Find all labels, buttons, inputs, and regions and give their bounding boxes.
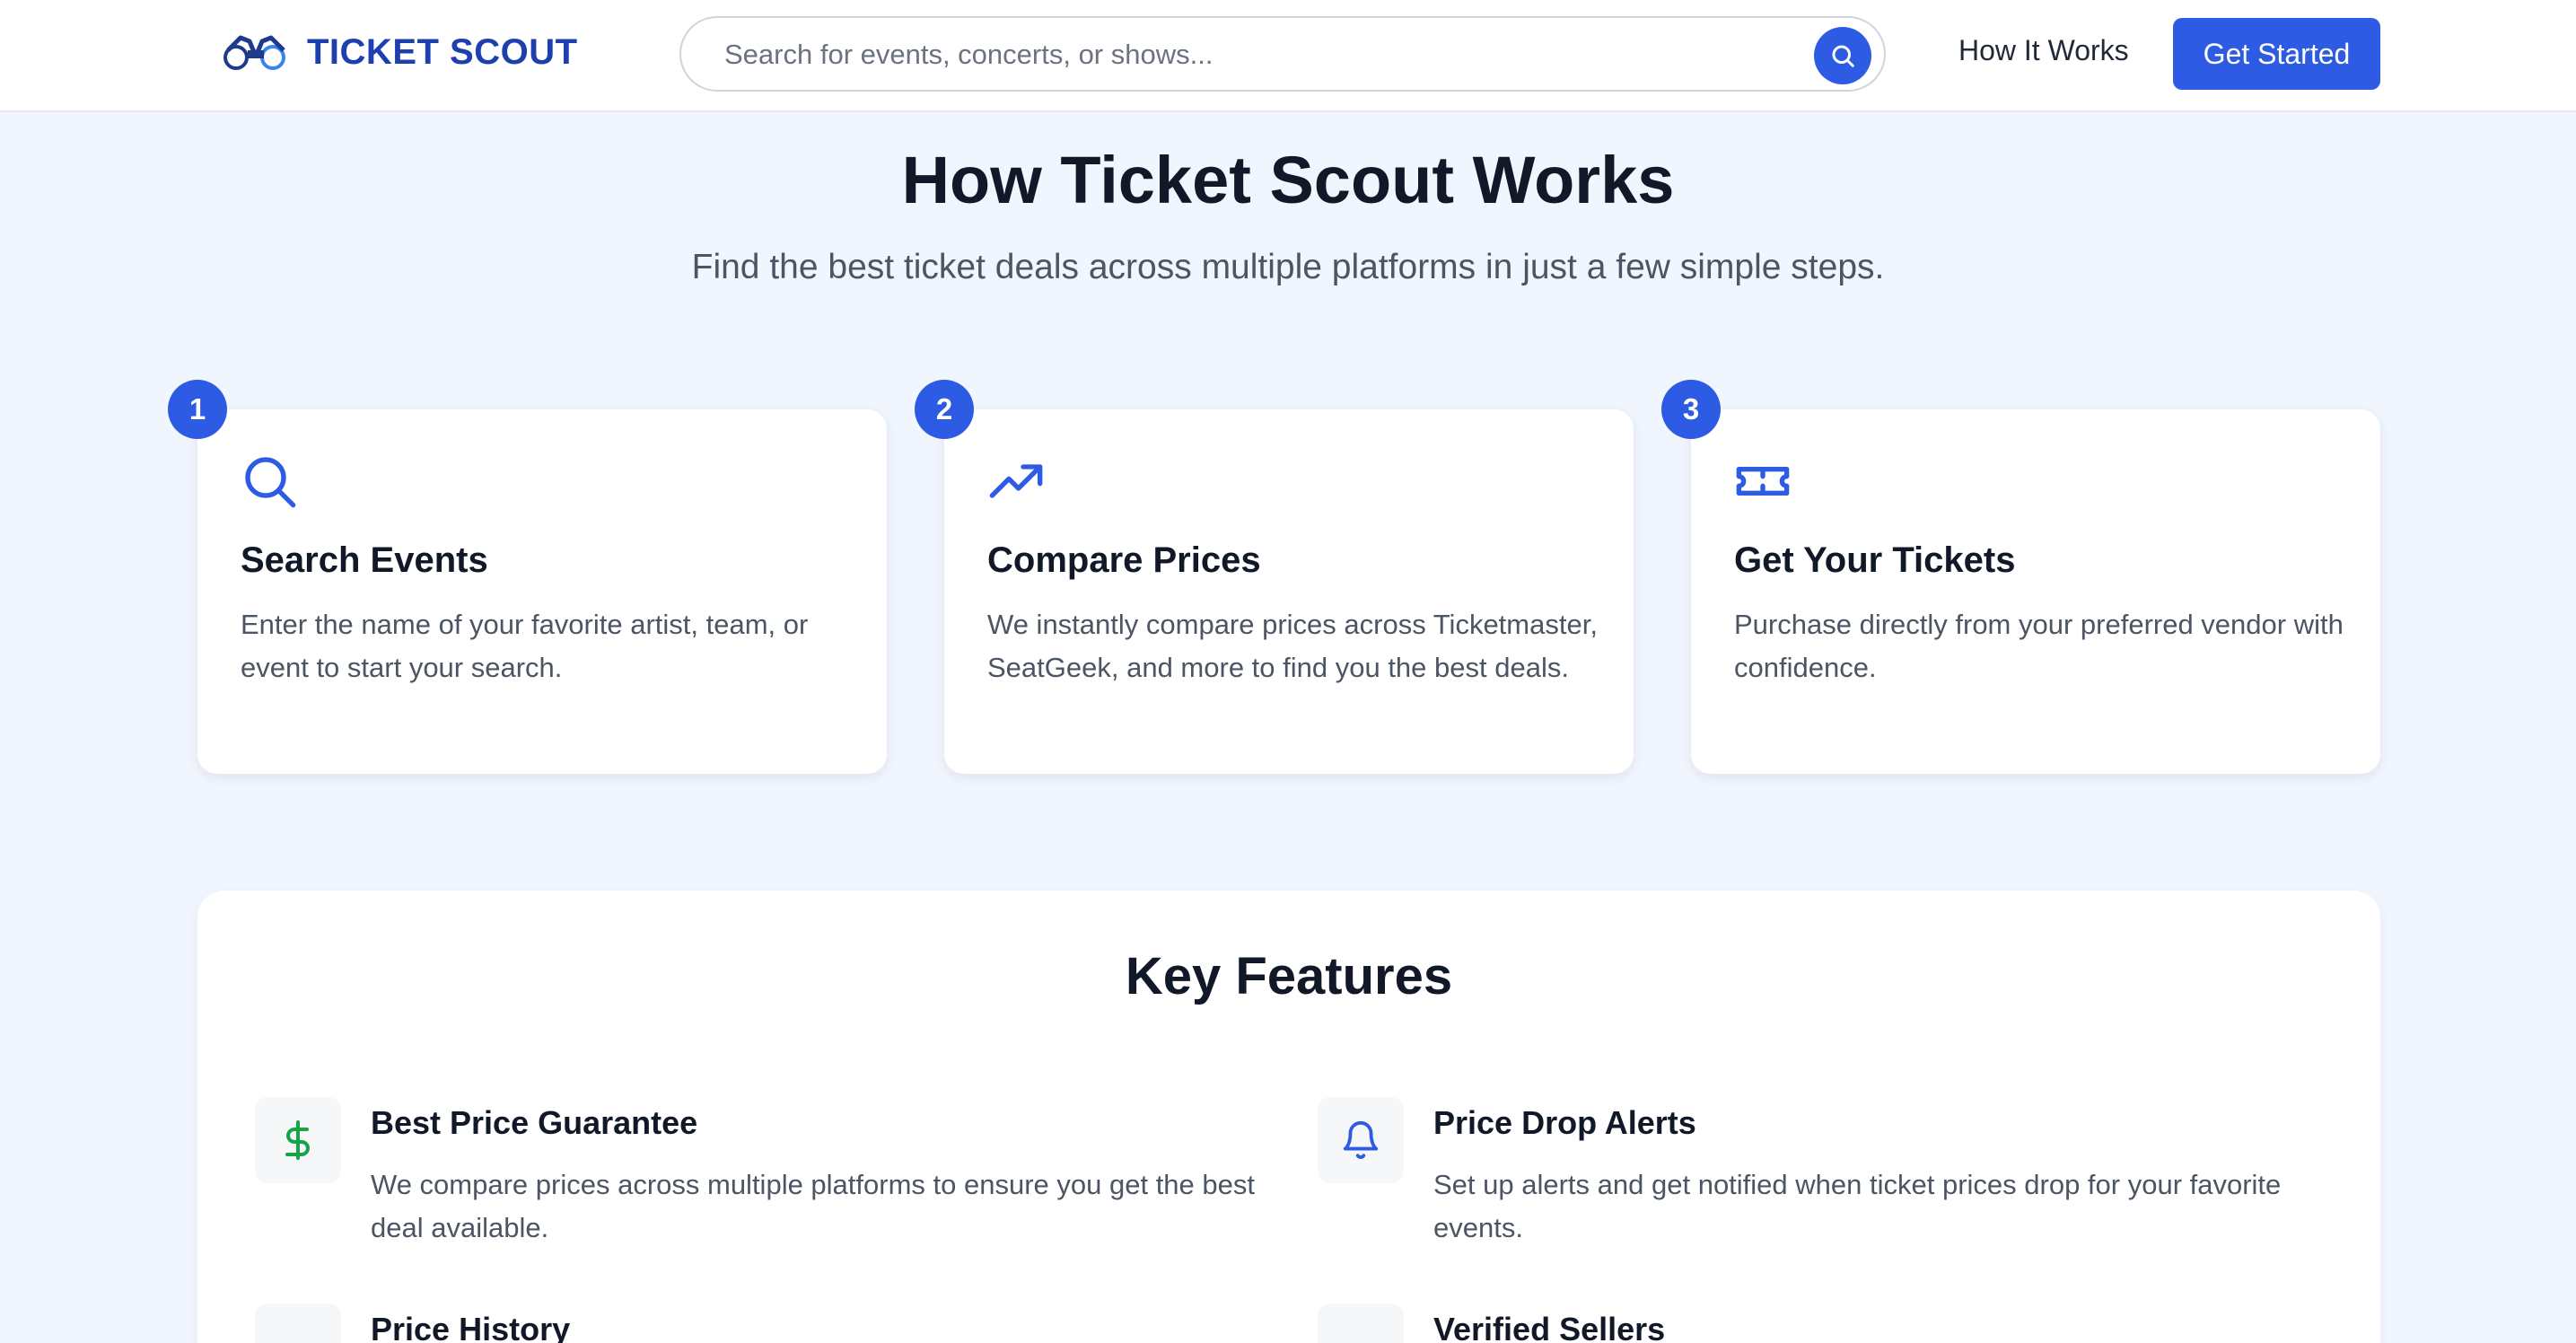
step-description: We instantly compare prices across Ticke… xyxy=(987,609,1598,683)
price-history-icon xyxy=(277,1326,319,1343)
bell-icon xyxy=(1343,1121,1379,1159)
top-nav: TICKET SCOUT How It Works Get Started xyxy=(0,0,2576,112)
step-title: Search Events xyxy=(241,540,488,580)
feature-description: We compare prices across multiple platfo… xyxy=(371,1169,1255,1243)
ticket-icon xyxy=(1736,467,1790,496)
feature-icon-box xyxy=(255,1304,341,1343)
step-card-tickets: 3 Get Your Tickets Purchase directly fro… xyxy=(1661,380,2380,774)
feature-title: Best Price Guarantee xyxy=(371,1104,698,1141)
get-started-button[interactable]: Get Started xyxy=(2173,18,2380,90)
feature-icon-box xyxy=(1318,1097,1404,1183)
step-card-search: 1 Search Events Enter the name of your f… xyxy=(168,380,887,774)
step-card-compare: 2 Compare Prices We instantly compare pr… xyxy=(915,380,1634,774)
page-subtitle: Find the best ticket deals across multip… xyxy=(691,248,1885,286)
key-features-section: Key Features Best Price Guarantee We com… xyxy=(197,891,2380,1343)
step-title: Compare Prices xyxy=(987,540,1261,580)
search-bar xyxy=(679,16,1886,92)
step-description: Enter the name of your favorite artist, … xyxy=(241,609,809,683)
page-title: How Ticket Scout Works xyxy=(901,143,1675,217)
verified-sellers-icon xyxy=(1340,1326,1381,1343)
feature-icon-box xyxy=(1318,1304,1404,1343)
step-number-badge: 3 xyxy=(1661,380,1721,439)
feature-title: Price Drop Alerts xyxy=(1433,1104,1696,1141)
step-number-badge: 2 xyxy=(915,380,974,439)
dollar-icon xyxy=(285,1120,310,1160)
feature-icon-box xyxy=(255,1097,341,1183)
logo[interactable]: TICKET SCOUT xyxy=(221,27,578,77)
binoculars-icon xyxy=(223,35,285,70)
feature-title: Verified Sellers xyxy=(1433,1311,1666,1343)
nav-link-how-it-works[interactable]: How It Works xyxy=(1958,34,2129,67)
step-description: Purchase directly from your preferred ve… xyxy=(1734,609,2344,683)
section-title: Key Features xyxy=(1125,947,1453,1005)
trending-up-icon xyxy=(989,464,1043,498)
search-icon xyxy=(245,457,296,508)
feature-description: Set up alerts and get notified when tick… xyxy=(1433,1169,2282,1243)
search-icon xyxy=(1832,45,1854,67)
step-title: Get Your Tickets xyxy=(1734,540,2016,580)
search-input[interactable] xyxy=(724,34,1757,75)
step-number-badge: 1 xyxy=(168,380,227,439)
search-button[interactable] xyxy=(1814,27,1871,84)
logo-text: TICKET SCOUT xyxy=(307,31,578,72)
feature-title: Price History xyxy=(371,1311,571,1343)
